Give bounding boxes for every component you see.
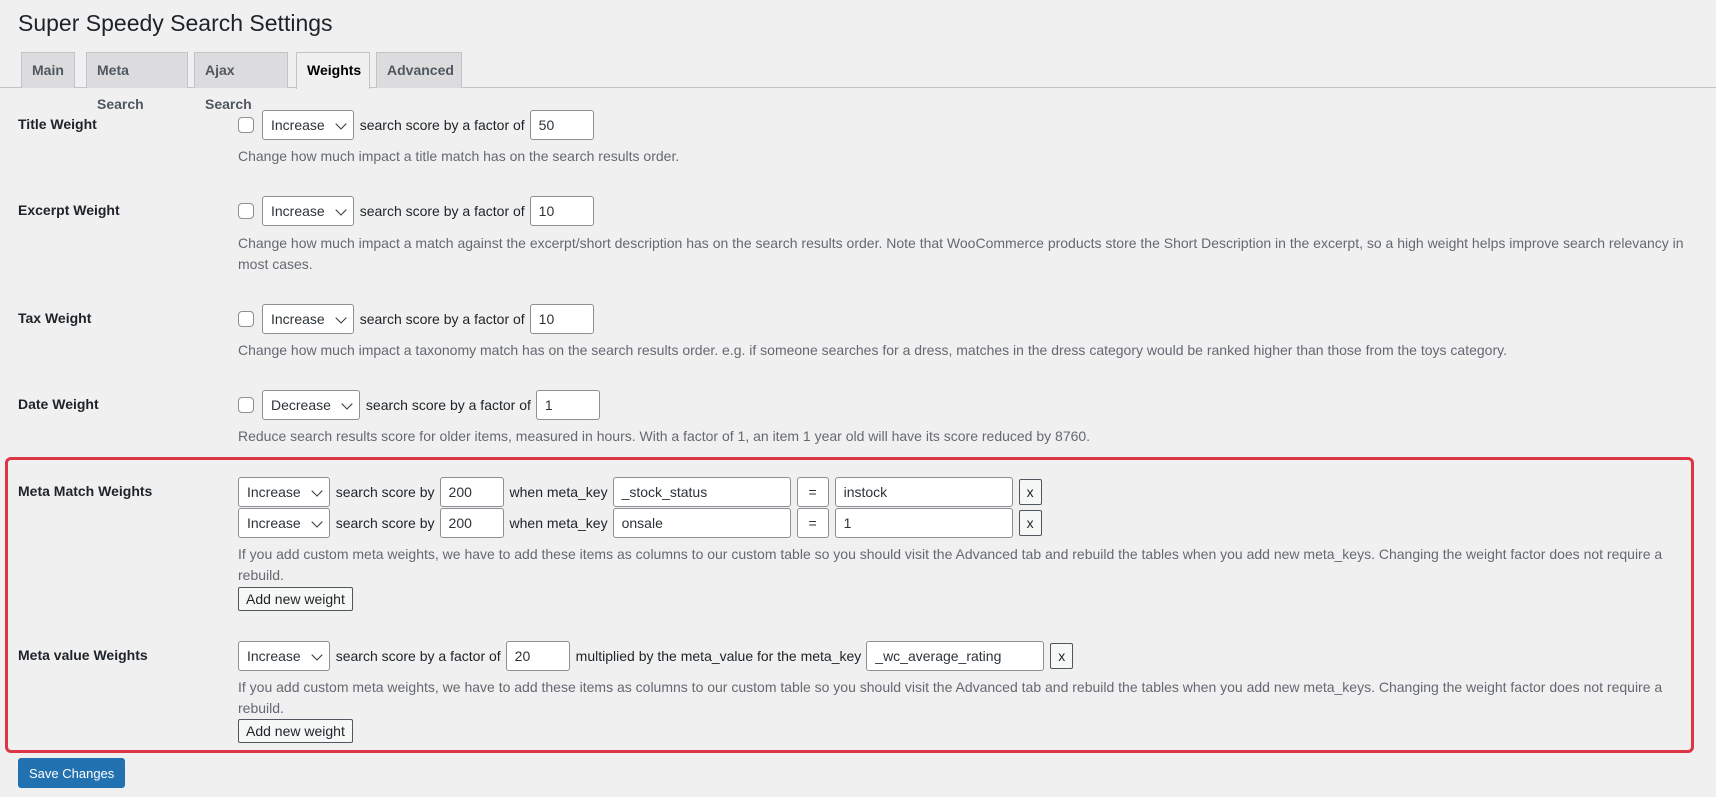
settings-tabs: Main Meta Search Ajax Search Weights Adv…: [0, 52, 1716, 112]
meta-match-row: Increase search score by 200 when meta_k…: [238, 508, 1048, 538]
title-weight-factor-input[interactable]: 50: [529, 110, 594, 140]
excerpt-weight-label: Excerpt Weight: [18, 202, 120, 218]
excerpt-weight-factor-input[interactable]: 10: [529, 196, 594, 226]
meta-value-description: If you add custom meta weights, we have …: [238, 679, 1663, 716]
meta-match-direction-select[interactable]: Increase: [238, 477, 330, 507]
date-weight-controls: Decrease search score by a factor of 1: [238, 390, 606, 420]
chevron-down-icon: [335, 312, 347, 324]
excerpt-weight-direction-select[interactable]: Increase: [262, 196, 354, 226]
meta-value-direction-select[interactable]: Increase: [238, 641, 330, 671]
page-title: Super Speedy Search Settings: [18, 10, 333, 36]
score-by-text: search score by: [335, 484, 435, 500]
when-meta-key-text: when meta_key: [509, 484, 608, 500]
meta-match-direction-select[interactable]: Increase: [238, 508, 330, 538]
meta-match-description: If you add custom meta weights, we have …: [238, 546, 1663, 583]
chevron-down-icon: [341, 398, 353, 410]
tab-main[interactable]: Main: [21, 52, 75, 88]
meta-match-operator-select[interactable]: =: [796, 508, 829, 538]
meta-match-value-input[interactable]: instock: [834, 477, 1013, 507]
meta-match-score-input[interactable]: 200: [439, 508, 504, 538]
title-weight-checkbox[interactable]: [238, 117, 254, 133]
multiplied-text: multiplied by the meta_value for the met…: [575, 648, 862, 664]
title-weight-description: Change how much impact a title match has…: [238, 148, 680, 164]
chevron-down-icon: [335, 204, 347, 216]
meta-match-key-input[interactable]: _stock_status: [612, 477, 791, 507]
add-meta-match-weight-button[interactable]: Add new weight: [238, 587, 353, 611]
tax-weight-factor-input[interactable]: 10: [529, 304, 594, 334]
title-weight-label: Title Weight: [18, 116, 97, 132]
title-weight-direction-select[interactable]: Increase: [262, 110, 354, 140]
date-weight-checkbox[interactable]: [238, 397, 254, 413]
factor-text: search score by a factor of: [359, 117, 525, 133]
meta-match-row: Increase search score by 200 when meta_k…: [238, 477, 1048, 507]
meta-value-row: Increase search score by a factor of 20 …: [238, 641, 1079, 671]
save-changes-button[interactable]: Save Changes: [18, 758, 126, 788]
factor-text: search score by a factor of: [335, 648, 501, 664]
date-weight-factor-input[interactable]: 1: [535, 390, 600, 420]
meta-value-factor-input[interactable]: 20: [505, 641, 570, 671]
tax-weight-label: Tax Weight: [18, 310, 92, 326]
excerpt-weight-controls: Increase search score by a factor of 10: [238, 196, 600, 226]
chevron-down-icon: [311, 485, 323, 497]
meta-value-weights-label: Meta value Weights: [18, 647, 148, 663]
excerpt-weight-description: Change how much impact a match against t…: [238, 235, 1684, 272]
tax-weight-controls: Increase search score by a factor of 10: [238, 304, 600, 334]
meta-match-weights-label: Meta Match Weights: [18, 483, 153, 499]
remove-weight-button[interactable]: x: [1018, 479, 1042, 505]
date-weight-direction-select[interactable]: Decrease: [262, 390, 360, 420]
meta-match-key-input[interactable]: onsale: [612, 508, 791, 538]
meta-match-score-input[interactable]: 200: [439, 477, 504, 507]
date-weight-description: Reduce search results score for older it…: [238, 428, 1091, 444]
when-meta-key-text: when meta_key: [509, 515, 608, 531]
tab-advanced[interactable]: Advanced: [376, 52, 462, 88]
chevron-down-icon: [311, 649, 323, 661]
tax-weight-description: Change how much impact a taxonomy match …: [238, 342, 1507, 358]
tax-weight-checkbox[interactable]: [238, 311, 254, 327]
date-weight-label: Date Weight: [18, 396, 99, 412]
tab-meta-search[interactable]: Meta Search: [86, 52, 188, 112]
title-weight-controls: Increase search score by a factor of 50: [238, 110, 600, 140]
score-by-text: search score by: [335, 515, 435, 531]
remove-weight-button[interactable]: x: [1050, 643, 1074, 669]
chevron-down-icon: [311, 516, 323, 528]
tax-weight-direction-select[interactable]: Increase: [262, 304, 354, 334]
meta-value-key-input[interactable]: _wc_average_rating: [866, 641, 1045, 671]
factor-text: search score by a factor of: [365, 397, 531, 413]
add-meta-value-weight-button[interactable]: Add new weight: [238, 719, 353, 743]
tab-ajax-search[interactable]: Ajax Search: [194, 52, 288, 112]
meta-match-operator-select[interactable]: =: [796, 477, 829, 507]
factor-text: search score by a factor of: [359, 203, 525, 219]
chevron-down-icon: [335, 118, 347, 130]
meta-match-value-input[interactable]: 1: [834, 508, 1013, 538]
factor-text: search score by a factor of: [359, 311, 525, 327]
tab-weights[interactable]: Weights: [296, 52, 370, 89]
remove-weight-button[interactable]: x: [1018, 510, 1042, 536]
excerpt-weight-checkbox[interactable]: [238, 203, 254, 219]
